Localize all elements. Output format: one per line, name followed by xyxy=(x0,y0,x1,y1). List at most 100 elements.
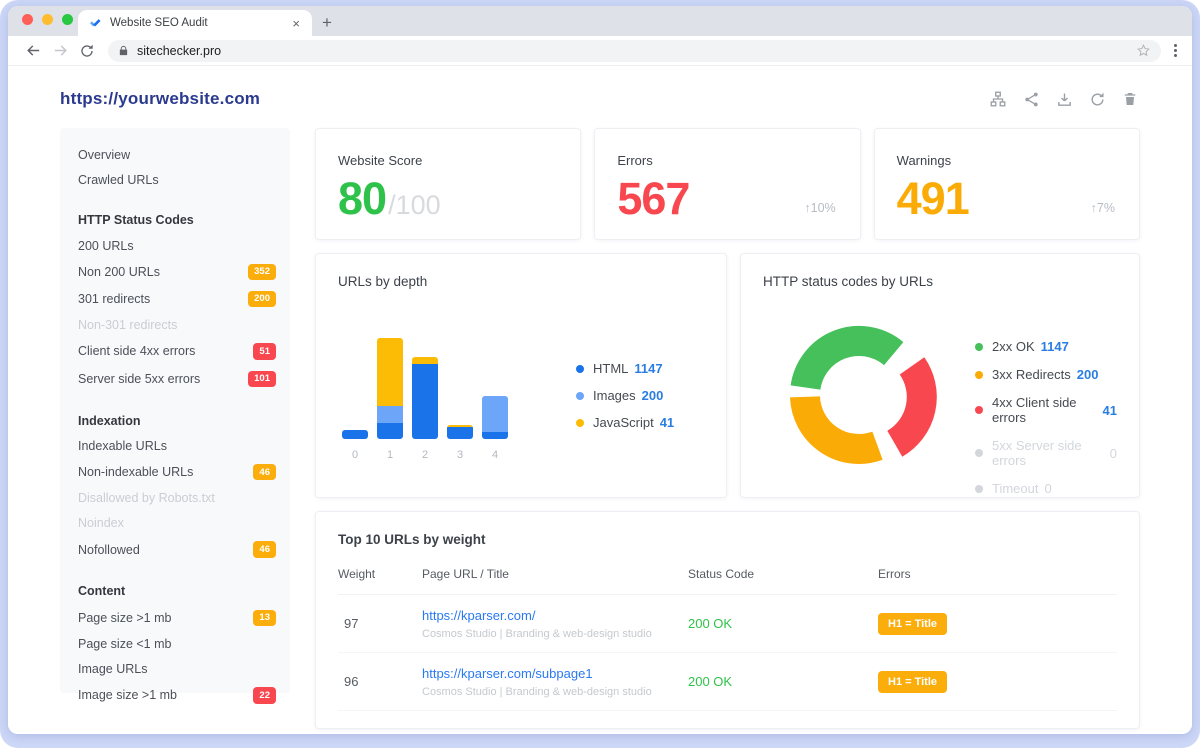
stat-card: Website Score80/100 xyxy=(315,128,581,240)
error-badge: H1 = Title xyxy=(878,613,947,635)
sidebar-item-label: Noindex xyxy=(78,516,124,530)
x-axis-label: 4 xyxy=(482,449,508,461)
bar-segment xyxy=(412,357,438,364)
legend-item-javascript[interactable]: JavaScript41 xyxy=(576,415,674,430)
sidebar-item-label: 301 redirects xyxy=(78,292,150,306)
legend-value: 0 xyxy=(1110,446,1117,461)
count-badge: 352 xyxy=(248,264,276,280)
sidebar-item[interactable]: 301 redirects200 xyxy=(60,285,290,312)
sidebar-item[interactable]: Image URLs xyxy=(60,657,290,682)
sidebar-item[interactable]: Overview xyxy=(60,142,290,167)
legend-item-2xx[interactable]: 2xx OK 1147 xyxy=(975,339,1117,354)
sidebar-item-label: Disallowed by Robots.txt xyxy=(78,491,215,505)
zoom-window-button[interactable] xyxy=(62,14,73,25)
sidebar-item[interactable]: Non-301 redirects xyxy=(60,313,290,338)
sidebar-item[interactable]: Client side 4xx errors51 xyxy=(60,338,290,365)
legend-dot xyxy=(975,485,983,493)
legend-dot xyxy=(975,343,983,351)
download-icon[interactable] xyxy=(1054,89,1075,110)
x-axis-label: 3 xyxy=(447,449,473,461)
legend-value: 1147 xyxy=(1041,339,1069,354)
sidebar-item[interactable]: Non-indexable URLs46 xyxy=(60,459,290,486)
legend-item-timeout[interactable]: Timeout0 xyxy=(975,481,1117,496)
sidebar-item[interactable]: 200 URLs xyxy=(60,233,290,258)
legend-item-html[interactable]: HTML1147 xyxy=(576,361,674,376)
sidebar-item-label: Server side 5xx errors xyxy=(78,372,200,386)
legend-value: 0 xyxy=(1044,481,1051,496)
page-title-subtext: Cosmos Studio | Branding & web-design st… xyxy=(422,628,688,640)
bookmark-star-icon[interactable] xyxy=(1136,43,1151,58)
status-code: 200 OK xyxy=(688,674,732,689)
http-status-codes-card: HTTP status codes by URLs 2xx OK11473xx … xyxy=(740,253,1140,498)
sidebar-item-label: Overview xyxy=(78,148,130,162)
stat-suffix: /100 xyxy=(388,190,441,221)
back-icon[interactable] xyxy=(20,42,47,59)
reload-icon[interactable] xyxy=(74,43,100,59)
refresh-icon[interactable] xyxy=(1087,89,1108,110)
status-cell: 200 OK xyxy=(688,615,878,633)
legend-label: 3xx Redirects xyxy=(992,367,1071,382)
sidebar-item[interactable]: Disallowed by Robots.txt xyxy=(60,486,290,511)
sidebar-item[interactable]: Page size <1 mb xyxy=(60,632,290,657)
sidebar-item-label: Crawled URLs xyxy=(78,173,159,187)
legend-label: Images xyxy=(593,388,636,403)
page-url-link[interactable]: https://kparser.com/subpage1 xyxy=(422,666,688,681)
sidebar-item[interactable]: Noindex xyxy=(60,511,290,536)
share-icon[interactable] xyxy=(1021,89,1042,110)
sidebar-item[interactable]: Image size >1 mb22 xyxy=(60,682,290,709)
bar-chart: 01234 xyxy=(338,309,546,461)
weight-value: 96 xyxy=(338,674,358,689)
sidebar-item-label: Non-301 redirects xyxy=(78,318,177,332)
legend-dot xyxy=(576,419,584,427)
minimize-window-button[interactable] xyxy=(42,14,53,25)
legend-item-5xx[interactable]: 5xx Server side errors0 xyxy=(975,438,1117,468)
sidebar-item[interactable]: Page size >1 mb13 xyxy=(60,604,290,631)
legend-item-4xx[interactable]: 4xx Client side errors41 xyxy=(975,395,1117,425)
stat-trend: ↑10% xyxy=(804,201,835,215)
sidebar-item[interactable]: Nofollowed46 xyxy=(60,536,290,563)
chart-title: URLs by depth xyxy=(338,274,704,289)
legend-dot xyxy=(576,392,584,400)
forward-icon[interactable] xyxy=(47,42,74,59)
sidebar-item-label: Nofollowed xyxy=(78,543,140,557)
bar-segment xyxy=(482,396,508,432)
count-badge: 13 xyxy=(253,610,276,626)
page-url-link[interactable]: https://kparser.com/ xyxy=(422,608,688,623)
stat-label: Warnings xyxy=(897,153,1117,168)
stat-value: 80 xyxy=(338,176,386,221)
status-cell: 200 OK xyxy=(688,673,878,691)
sidebar-item-label: Non 200 URLs xyxy=(78,265,160,279)
legend-item-3xx[interactable]: 3xx Redirects200 xyxy=(975,367,1117,382)
weight-cell: 96 xyxy=(338,673,422,691)
stat-trend: ↑7% xyxy=(1091,201,1115,215)
sidebar-item[interactable]: Crawled URLs xyxy=(60,167,290,192)
status-code: 200 OK xyxy=(688,616,732,631)
errors-cell: H1 = Title xyxy=(878,613,1117,635)
close-window-button[interactable] xyxy=(22,14,33,25)
sitemap-icon[interactable] xyxy=(987,88,1009,110)
legend-label: 2xx OK xyxy=(992,339,1035,354)
sidebar-item-label: Page size <1 mb xyxy=(78,637,171,651)
trash-icon[interactable] xyxy=(1120,89,1140,109)
weight-value: 97 xyxy=(338,616,358,631)
table-header-row: WeightPage URL / TitleStatus CodeErrors xyxy=(338,567,1117,595)
bar-depth-0 xyxy=(342,430,368,439)
column-header: Weight xyxy=(338,567,422,581)
address-bar[interactable]: sitechecker.pro xyxy=(108,40,1161,62)
close-tab-icon[interactable]: × xyxy=(290,16,302,31)
sidebar-item[interactable]: Non 200 URLs 352 xyxy=(60,258,290,285)
header-actions xyxy=(987,88,1140,110)
browser-tab[interactable]: Website SEO Audit × xyxy=(78,10,312,36)
new-tab-button[interactable]: + xyxy=(322,13,332,33)
error-badge: H1 = Title xyxy=(878,671,947,693)
bar-segment xyxy=(377,338,403,406)
sidebar-item-label: Image URLs xyxy=(78,662,147,676)
sidebar-item[interactable]: Server side 5xx errors101 xyxy=(60,365,290,392)
favicon xyxy=(88,16,102,30)
legend-dot xyxy=(975,449,983,457)
legend-item-images[interactable]: Images200 xyxy=(576,388,674,403)
count-badge: 22 xyxy=(253,687,276,703)
sidebar-item[interactable]: Indexable URLs xyxy=(60,434,290,459)
browser-menu-icon[interactable] xyxy=(1171,41,1180,60)
bar-segment xyxy=(482,432,508,439)
